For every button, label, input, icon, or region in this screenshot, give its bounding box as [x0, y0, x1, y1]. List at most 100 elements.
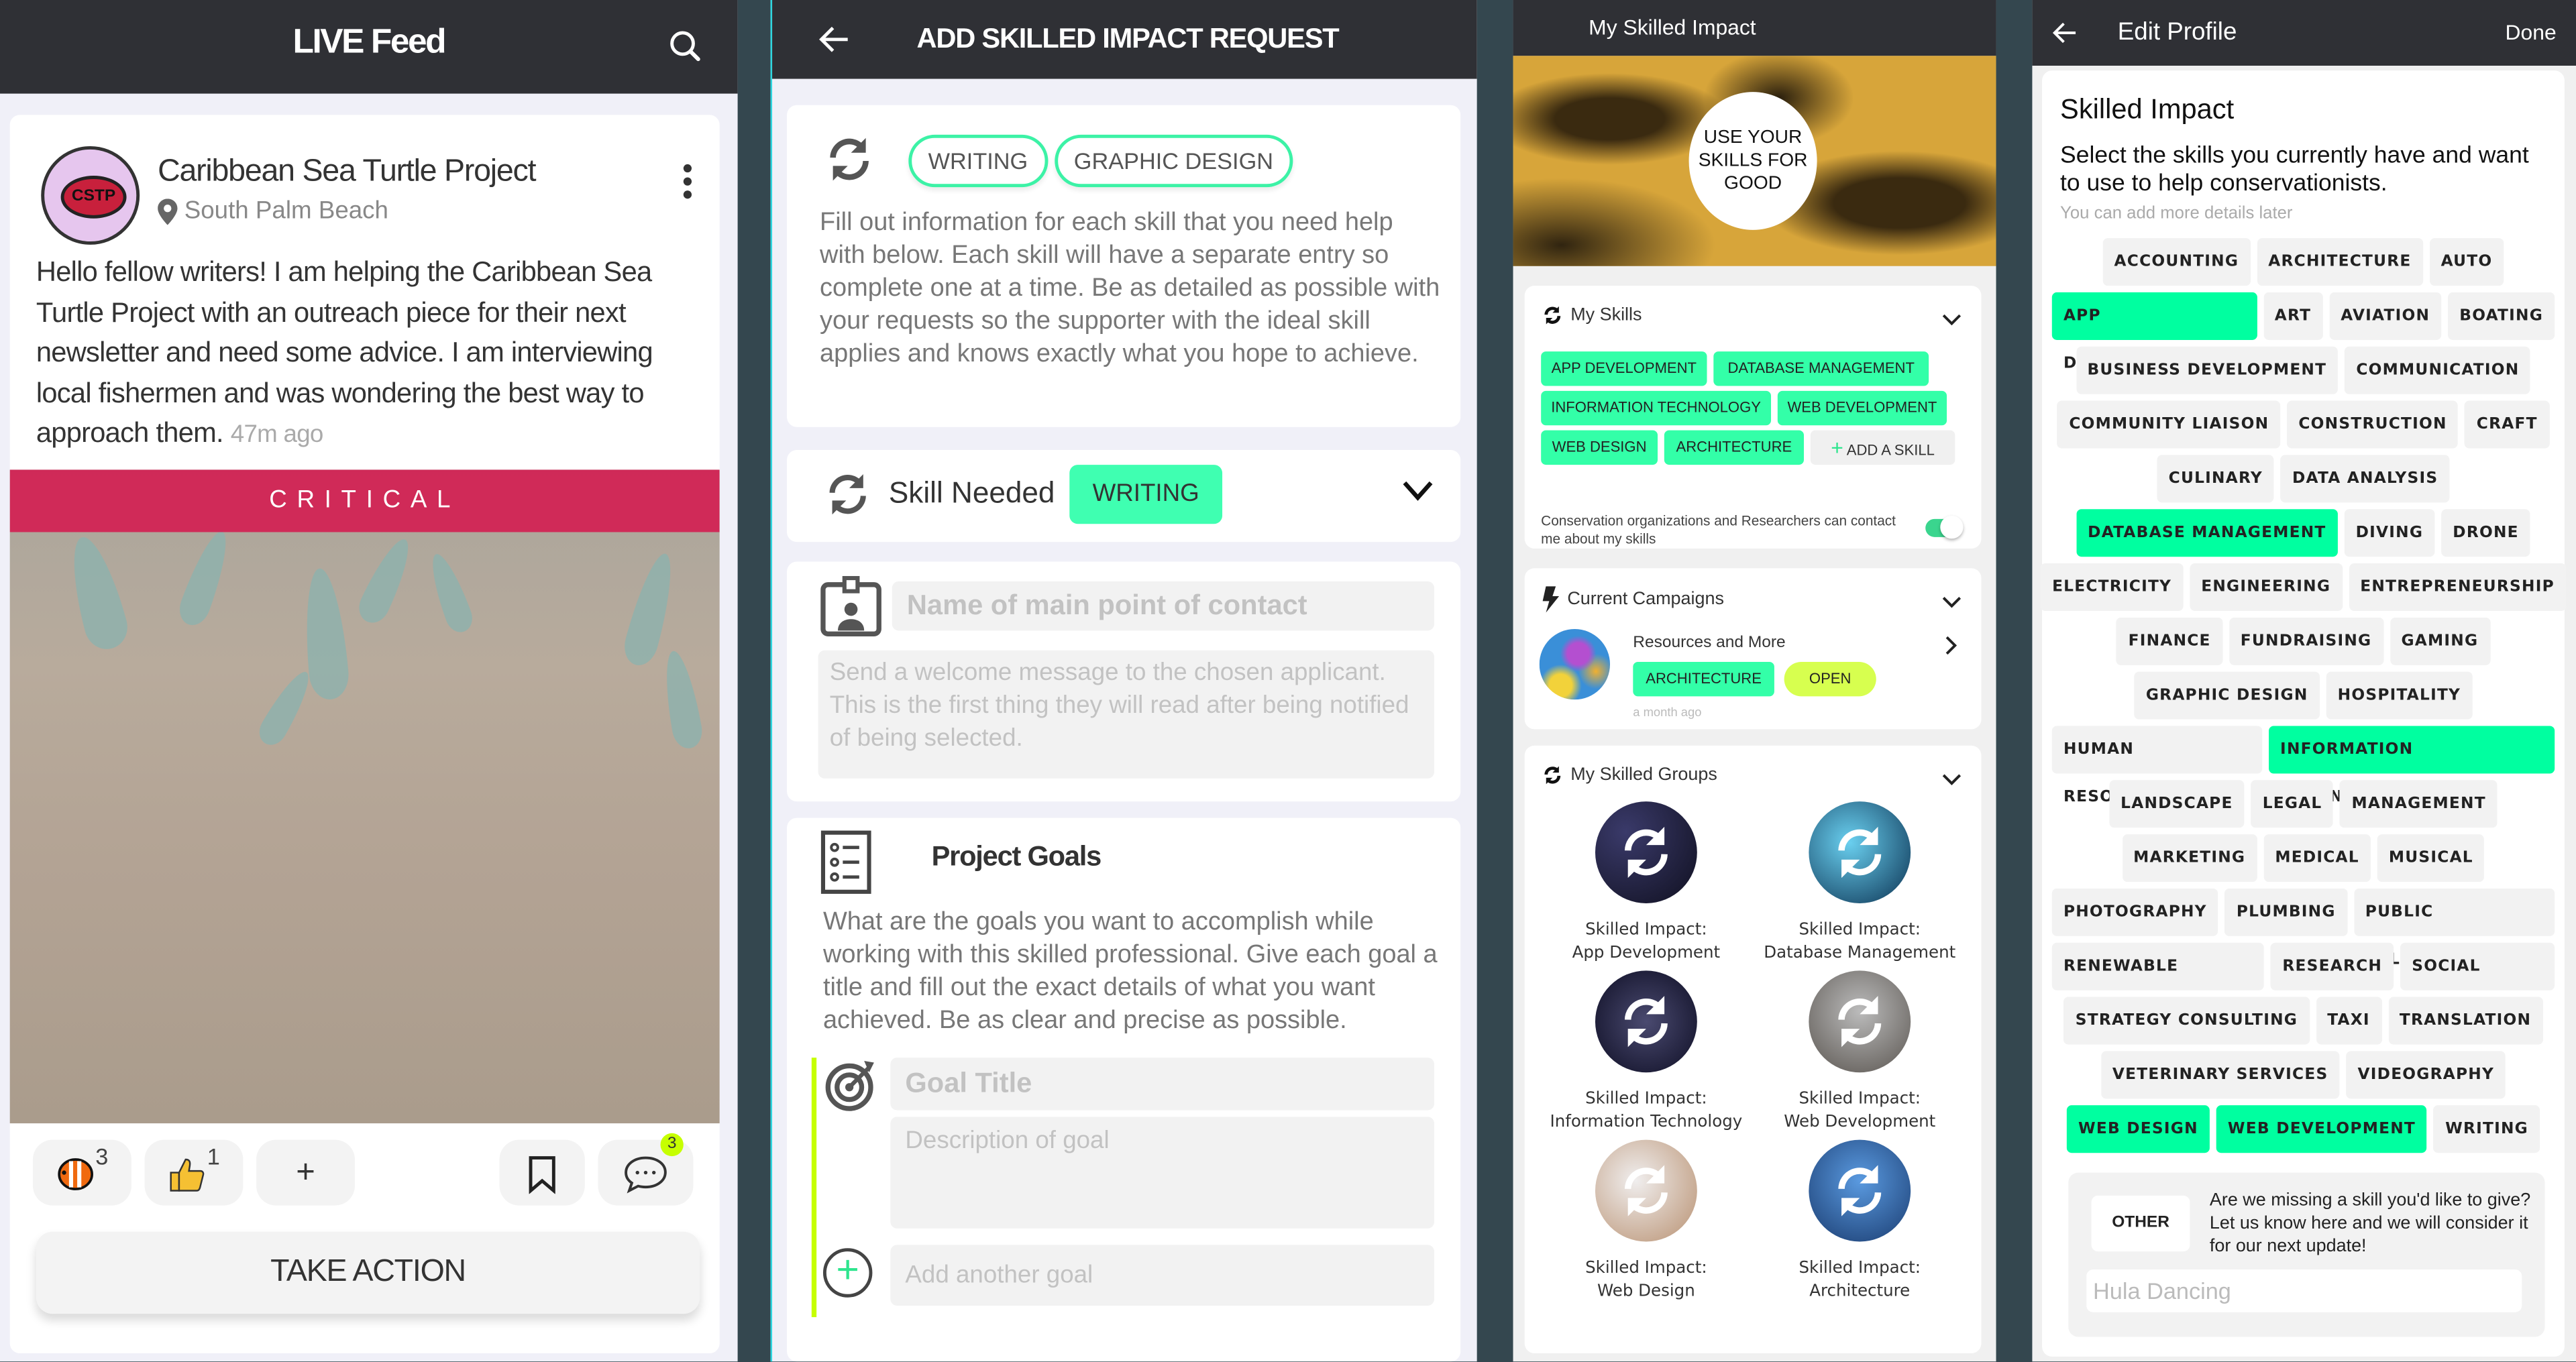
goal-description-input[interactable]: Description of goal: [890, 1117, 1434, 1229]
skill-option[interactable]: CULINARY: [2157, 455, 2275, 503]
group-item[interactable]: Skilled Impact: Database Management: [1745, 801, 1975, 966]
my-skill-chip[interactable]: WEB DEVELOPMENT: [1777, 390, 1947, 426]
skill-option[interactable]: FINANCE: [2116, 617, 2222, 665]
skill-option[interactable]: COMMUNITY LIAISON: [2057, 400, 2281, 449]
group-item[interactable]: Skilled Impact: Web Development: [1745, 970, 1975, 1135]
add-skill-button[interactable]: + ADD A SKILL: [1810, 430, 1955, 465]
campaigns-header[interactable]: Current Campaigns: [1541, 586, 1724, 613]
skill-option[interactable]: ARCHITECTURE: [2257, 238, 2423, 286]
contact-name-input[interactable]: Name of main point of contact: [892, 581, 1434, 631]
chevron-down-icon[interactable]: [1401, 479, 1434, 511]
org-avatar[interactable]: CSTP: [41, 146, 140, 245]
skill-option[interactable]: WEB DEVELOPMENT: [2216, 1105, 2428, 1153]
my-skill-chip[interactable]: ARCHITECTURE: [1664, 430, 1805, 465]
skill-option[interactable]: GRAPHIC DESIGN: [2134, 671, 2320, 720]
skill-option[interactable]: PUBLIC RELATIONS: [2353, 888, 2555, 969]
skill-option[interactable]: PHOTOGRAPHY: [2051, 888, 2218, 936]
my-skill-chip[interactable]: APP DEVELOPMENT: [1541, 351, 1707, 386]
back-arrow-icon[interactable]: [818, 23, 851, 64]
add-reaction-button[interactable]: +: [256, 1139, 355, 1206]
skill-option[interactable]: WEB DESIGN: [2066, 1105, 2210, 1153]
campaign-image[interactable]: [1539, 628, 1611, 700]
skill-option[interactable]: CRAFT: [2465, 400, 2549, 449]
my-skills-header[interactable]: My Skills: [1541, 304, 1642, 327]
skill-option[interactable]: MARKETING: [2121, 834, 2257, 883]
skill-option[interactable]: GAMING: [2390, 617, 2490, 665]
take-action-button[interactable]: TAKE ACTION: [36, 1231, 700, 1314]
skill-option[interactable]: WRITING: [2433, 1105, 2540, 1153]
skill-chip[interactable]: WRITING: [908, 134, 1048, 188]
skill-option[interactable]: HOSPITALITY: [2326, 671, 2473, 720]
skill-option[interactable]: MANAGEMENT: [2340, 780, 2498, 828]
bookmark-button[interactable]: [499, 1139, 585, 1206]
skill-option[interactable]: MUSICAL: [2377, 834, 2485, 883]
group-item[interactable]: Skilled Impact: Web Design: [1531, 1139, 1761, 1304]
skill-option[interactable]: LEGAL: [2251, 780, 2334, 828]
done-button[interactable]: Done: [2506, 19, 2557, 44]
skill-option[interactable]: AUTO: [2429, 238, 2504, 286]
skill-option[interactable]: ART: [2263, 292, 2323, 340]
skill-option[interactable]: PLUMBING: [2224, 888, 2347, 936]
group-item[interactable]: Skilled Impact: Architecture: [1745, 1139, 1975, 1304]
other-skill-button[interactable]: OTHER: [2091, 1195, 2190, 1252]
other-skill-input[interactable]: Hula Dancing: [2086, 1269, 2522, 1312]
skill-option[interactable]: STRATEGY CONSULTING: [2063, 997, 2310, 1045]
welcome-message-input[interactable]: Send a welcome message to the chosen app…: [818, 650, 1434, 779]
chevron-down-icon[interactable]: [1942, 588, 1962, 618]
comments-button[interactable]: 3: [598, 1133, 694, 1206]
search-icon[interactable]: [669, 30, 702, 70]
chevron-right-icon[interactable]: [1945, 634, 1959, 663]
my-skill-chip[interactable]: DATABASE MANAGEMENT: [1713, 351, 1929, 386]
skill-option[interactable]: RESEARCH: [2271, 942, 2394, 990]
skill-option[interactable]: CONSTRUCTION: [2287, 400, 2459, 449]
chevron-down-icon[interactable]: [1942, 765, 1962, 795]
my-skill-chip[interactable]: INFORMATION TECHNOLOGY: [1541, 390, 1772, 426]
back-arrow-icon[interactable]: [2052, 19, 2078, 54]
post-photo[interactable]: CRITICAL: [9, 469, 720, 1124]
skill-option[interactable]: ENGINEERING: [2190, 563, 2343, 612]
skill-option[interactable]: DIVING: [2344, 509, 2435, 557]
skill-option[interactable]: BUSINESS DEVELOPMENT: [2076, 346, 2339, 394]
skill-option[interactable]: ACCOUNTING: [2102, 238, 2251, 286]
skill-needed-chip[interactable]: WRITING: [1069, 465, 1223, 524]
skill-option[interactable]: ELECTRICITY: [2040, 563, 2184, 612]
skill-option[interactable]: SOCIAL MEDIA: [2400, 942, 2555, 1023]
skill-option[interactable]: LANDSCAPE: [2109, 780, 2245, 828]
goal-title-input[interactable]: Goal Title: [890, 1058, 1434, 1111]
skill-option[interactable]: VIDEOGRAPHY: [2346, 1051, 2506, 1099]
skill-option[interactable]: INFORMATION TECHNOLOGY: [2268, 726, 2555, 806]
skill-option[interactable]: APP DEVELOPMENT: [2051, 292, 2257, 373]
campaign-name[interactable]: Resources and More: [1633, 634, 1785, 652]
chevron-down-icon[interactable]: [1942, 306, 1962, 335]
my-skill-chip[interactable]: WEB DESIGN: [1541, 430, 1658, 465]
skill-option[interactable]: VETERINARY SERVICES: [2100, 1051, 2340, 1099]
skill-option[interactable]: AVIATION: [2329, 292, 2442, 340]
skill-option[interactable]: DATABASE MANAGEMENT: [2076, 509, 2338, 557]
more-options-icon[interactable]: [683, 164, 694, 204]
skill-option[interactable]: DATA ANALYSIS: [2280, 455, 2450, 503]
add-goal-icon[interactable]: +: [822, 1248, 873, 1298]
skill-needed-card[interactable]: Skill Needed WRITING: [787, 450, 1461, 543]
skill-option[interactable]: BOATING: [2448, 292, 2555, 340]
skill-option[interactable]: RENEWABLE ENERGY: [2051, 942, 2265, 1023]
skill-option[interactable]: DRONE: [2441, 509, 2530, 557]
contact-toggle[interactable]: [1925, 515, 1964, 539]
critical-banner: CRITICAL: [9, 469, 720, 532]
reaction-thumbs-up-button[interactable]: 1: [144, 1139, 244, 1206]
groups-header[interactable]: My Skilled Groups: [1541, 764, 1717, 787]
reaction-clownfish-button[interactable]: 3: [32, 1139, 131, 1206]
skill-chip[interactable]: GRAPHIC DESIGN: [1054, 134, 1293, 188]
skill-option[interactable]: FUNDRAISING: [2229, 617, 2383, 665]
skill-option[interactable]: MEDICAL: [2263, 834, 2371, 883]
group-item[interactable]: Skilled Impact: App Development: [1531, 801, 1761, 966]
org-name[interactable]: Caribbean Sea Turtle Project: [158, 154, 536, 190]
skill-option[interactable]: TAXI: [2316, 997, 2381, 1045]
skill-option[interactable]: TRANSLATION: [2387, 997, 2543, 1045]
skill-option[interactable]: ENTREPRENEURSHIP: [2349, 563, 2567, 612]
group-image: [1809, 801, 1911, 903]
skill-option[interactable]: COMMUNICATION: [2345, 346, 2531, 394]
group-item[interactable]: Skilled Impact: Information Technology: [1531, 970, 1761, 1135]
skill-option[interactable]: HUMAN RESOURCES: [2051, 726, 2263, 806]
add-another-goal-input[interactable]: Add another goal: [890, 1245, 1434, 1306]
live-feed-screen: LIVE Feed CSTP Caribbean Sea Turtle Proj…: [0, 0, 738, 1362]
